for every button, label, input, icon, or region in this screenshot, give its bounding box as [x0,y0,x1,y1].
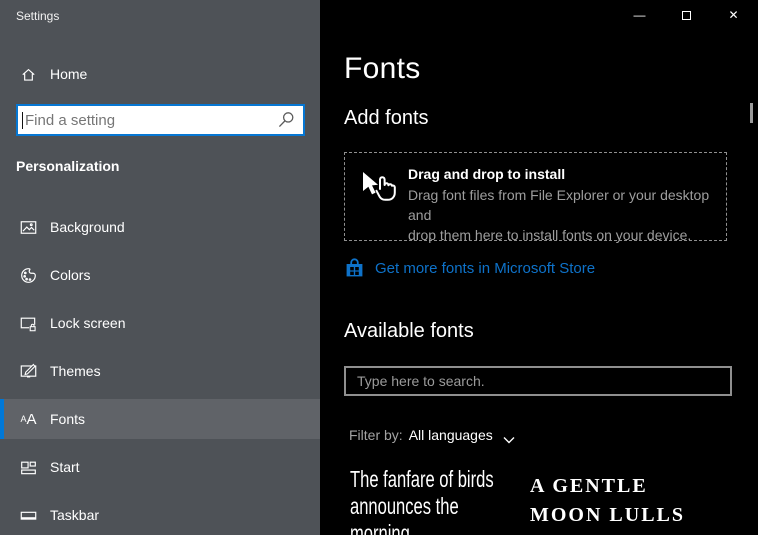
sidebar-item-label: Fonts [50,411,85,427]
close-button[interactable]: ✕ [710,0,757,30]
get-more-fonts-link[interactable]: Get more fonts in Microsoft Store [344,258,595,279]
sidebar-item-label: Themes [50,363,101,379]
home-icon [20,66,37,83]
find-setting-input[interactable] [23,112,277,129]
taskbar-icon [20,507,37,524]
sidebar-item-label: Background [50,219,125,235]
sidebar-item-home[interactable]: Home [0,56,320,92]
filter-by-label: Filter by: [349,427,403,443]
sidebar-item-label: Start [50,459,80,475]
sidebar-section-personalization: Personalization [16,158,119,174]
sidebar-item-start[interactable]: Start [0,447,320,487]
sidebar-item-themes[interactable]: Themes [0,351,320,391]
sidebar-item-label: Lock screen [50,315,125,331]
sidebar-item-lock-screen[interactable]: Lock screen [0,303,320,343]
minimize-icon: — [634,8,646,22]
window-controls: — ✕ [616,0,757,30]
maximize-button[interactable] [663,0,710,30]
dropzone-title: Drag and drop to install [408,166,714,182]
touch-pointer-icon [358,167,396,205]
sidebar-item-background[interactable]: Background [0,207,320,247]
find-setting-searchbox[interactable] [16,104,305,136]
selected-indicator [0,399,4,439]
available-fonts-heading: Available fonts [344,320,474,343]
get-more-fonts-label: Get more fonts in Microsoft Store [375,260,595,277]
sidebar-item-taskbar[interactable]: Taskbar [0,495,320,535]
sidebar-item-label: Colors [50,267,90,283]
filter-value: All languages [409,427,493,443]
chevron-down-icon [503,431,515,439]
font-preview-line: announces the [350,493,494,520]
add-fonts-heading: Add fonts [344,107,429,130]
font-preview-tile[interactable]: A GENTLE MOON LULLS [530,472,685,530]
font-searchbox[interactable] [344,366,732,396]
sidebar-item-label: Home [50,66,87,82]
font-preview-line: MOON LULLS [530,501,685,530]
settings-window: Settings Home Personalization Background [0,0,758,535]
font-search-input[interactable] [346,373,730,389]
sidebar-item-label: Taskbar [50,507,99,523]
themes-icon [20,363,37,380]
font-preview-line: A GENTLE [530,472,685,501]
sidebar-item-colors[interactable]: Colors [0,255,320,295]
lock-screen-icon [20,315,37,332]
app-title: Settings [16,9,59,23]
start-tiles-icon [20,459,37,476]
close-icon: ✕ [728,8,738,22]
page-title: Fonts [344,52,421,86]
search-icon [277,111,295,129]
font-preview-line: The fanfare of birds [350,466,494,493]
fonts-page: — ✕ Fonts Add fonts Drag and drop to ins… [320,0,758,535]
sidebar: Settings Home Personalization Background [0,0,320,535]
maximize-icon [682,11,691,20]
font-preview-tile[interactable]: The fanfare of birds announces the morni… [350,466,494,535]
drag-drop-zone[interactable]: Drag and drop to install Drag font files… [344,152,727,241]
fonts-icon: AA [20,411,37,428]
dropzone-description: Drag font files from File Explorer or yo… [408,185,714,245]
minimize-button[interactable]: — [616,0,663,30]
microsoft-store-icon [344,258,365,279]
palette-icon [20,267,37,284]
language-filter-dropdown[interactable]: Filter by: All languages [349,427,515,443]
vertical-scrollbar[interactable] [750,103,753,123]
background-icon [20,219,37,236]
font-preview-line: morning [350,520,494,535]
dropzone-text: Drag and drop to install Drag font files… [408,166,714,240]
sidebar-item-fonts[interactable]: AA Fonts [0,399,320,439]
